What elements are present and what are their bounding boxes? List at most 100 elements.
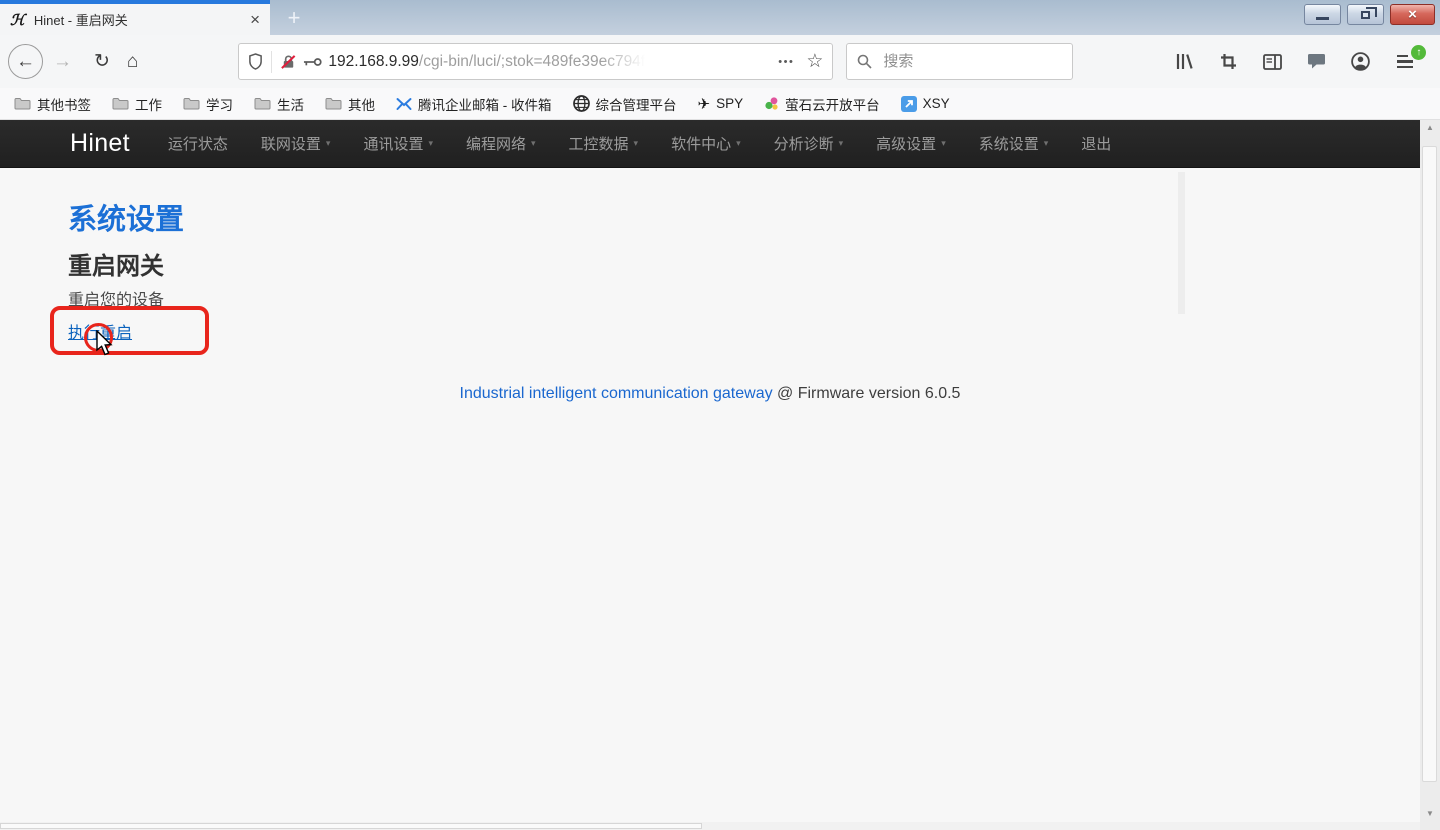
home-button[interactable]: ⌂ (127, 52, 138, 71)
nav-item-system-settings[interactable]: 系统设置▾ (979, 133, 1049, 154)
bookmark-ezviz-platform[interactable]: 萤石云开放平台 (764, 94, 880, 114)
browser-tab[interactable]: ℋ Hinet - 重启网关 × (0, 0, 270, 35)
site-favicon-icon: ℋ (10, 11, 25, 29)
reload-button[interactable]: ↻ (94, 52, 110, 71)
bookmark-folder-work[interactable]: 工作 (112, 94, 162, 114)
minimize-icon (1316, 17, 1329, 20)
nav-item-label: 分析诊断 (774, 133, 834, 154)
bookmark-folder-life[interactable]: 生活 (254, 94, 304, 114)
address-bar[interactable]: 192.168.9.99/cgi-bin/luci/;stok=489fe39e… (238, 43, 833, 80)
footer-firmware-version: @ Firmware version 6.0.5 (773, 385, 961, 402)
bookmark-label: 学习 (206, 94, 233, 114)
scroll-up-icon[interactable]: ▲ (1420, 120, 1440, 136)
chat-extension-button[interactable] (1305, 51, 1327, 73)
chevron-down-icon: ▾ (634, 138, 639, 149)
bookmark-label: 其他 (348, 94, 375, 114)
new-tab-button[interactable]: + (276, 4, 312, 34)
navigation-toolbar: ← → ↻ ⌂ 192.168.9.99/cgi-bin/luci/;stok=… (0, 35, 1440, 88)
tracking-shield-icon[interactable] (248, 53, 263, 70)
back-button[interactable]: ← (8, 44, 43, 79)
vertical-scrollbar-thumb[interactable] (1422, 146, 1437, 782)
account-button[interactable] (1349, 51, 1371, 73)
blue-arrow-square-icon (901, 96, 917, 112)
menu-button[interactable]: ↑ (1397, 51, 1419, 73)
search-input[interactable] (881, 52, 1051, 71)
bookmark-label: SPY (716, 96, 743, 111)
screenshot-crop-icon (1220, 53, 1237, 70)
nav-item-advanced-settings[interactable]: 高级设置▾ (876, 133, 946, 154)
horizontal-scrollbar-thumb[interactable] (0, 823, 702, 829)
horizontal-scrollbar[interactable] (0, 822, 1420, 830)
nav-item-programming-network[interactable]: 编程网络▾ (466, 133, 536, 154)
ezviz-icon (764, 96, 779, 111)
folder-icon (183, 97, 200, 110)
nav-item-analysis-diagnosis[interactable]: 分析诊断▾ (774, 133, 844, 154)
chevron-down-icon: ▾ (428, 138, 433, 149)
bookmark-label: 其他书签 (37, 94, 91, 114)
sidebar-icon (1263, 54, 1282, 70)
bookmark-xsy[interactable]: XSY (901, 96, 950, 112)
search-bar[interactable] (846, 43, 1073, 80)
minimize-button[interactable] (1304, 4, 1341, 25)
nav-item-label: 编程网络 (466, 133, 526, 154)
url-path[interactable]: /cgi-bin/luci/;stok=489fe39ec794f (419, 53, 645, 71)
screenshot-button[interactable] (1217, 51, 1239, 73)
nav-item-label: 高级设置 (876, 133, 936, 154)
nav-item-label: 通讯设置 (363, 133, 423, 154)
library-button[interactable] (1173, 51, 1195, 73)
account-person-icon (1351, 52, 1370, 71)
nav-item-label: 联网设置 (261, 133, 321, 154)
url-host[interactable]: 192.168.9.99 (328, 53, 419, 71)
tab-close-icon[interactable]: × (250, 11, 260, 28)
nav-item-logout[interactable]: 退出 (1081, 133, 1111, 154)
bookmark-label: 生活 (277, 94, 304, 114)
sidebar-button[interactable] (1261, 51, 1283, 73)
bookmark-spy[interactable]: ✈ SPY (698, 95, 744, 113)
bookmark-folder-misc[interactable]: 其他 (325, 94, 375, 114)
nav-item-network-settings[interactable]: 联网设置▾ (261, 133, 331, 154)
library-icon (1175, 53, 1194, 70)
bookmark-tencent-mail[interactable]: 腾讯企业邮箱 - 收件箱 (396, 94, 552, 114)
bookmark-management-platform[interactable]: 综合管理平台 (573, 94, 677, 114)
vertical-scrollbar[interactable]: ▲ ▼ (1420, 120, 1440, 830)
section-title: 系统设置 (68, 196, 184, 238)
bookmark-folder-study[interactable]: 学习 (183, 94, 233, 114)
window-controls: × (1304, 4, 1435, 25)
page-footer: Industrial intelligent communication gat… (0, 385, 1420, 403)
urlbar-separator (271, 51, 272, 73)
forward-button[interactable]: → (53, 52, 72, 71)
chevron-down-icon: ▾ (1044, 138, 1049, 149)
bookmark-label: 腾讯企业邮箱 - 收件箱 (418, 94, 552, 114)
page-title: 重启网关 (68, 246, 164, 281)
insecure-lock-icon[interactable] (280, 54, 297, 70)
folder-icon (254, 97, 271, 110)
restore-icon (1361, 11, 1370, 19)
nav-item-industrial-data[interactable]: 工控数据 ▾ (569, 133, 639, 154)
chat-bubble-icon (1307, 53, 1326, 70)
restore-button[interactable] (1347, 4, 1384, 25)
folder-icon (112, 97, 129, 110)
nav-item-running-status[interactable]: 运行状态 (168, 133, 228, 154)
nav-item-software-center[interactable]: 软件中心▾ (671, 133, 741, 154)
nav-item-label: 退出 (1081, 133, 1111, 154)
bookmark-folder-other-bookmarks[interactable]: 其他书签 (14, 94, 91, 114)
toolbar-icon-group (1173, 51, 1371, 73)
tencent-mail-icon (396, 97, 412, 111)
bookmark-star-icon[interactable]: ☆ (806, 50, 823, 73)
nav-item-comm-settings[interactable]: 通讯设置 ▾ (363, 133, 433, 154)
scroll-down-icon[interactable]: ▼ (1420, 806, 1440, 822)
search-icon (857, 54, 872, 69)
footer-gateway-link[interactable]: Industrial intelligent communication gat… (460, 385, 773, 402)
nav-item-label: 运行状态 (168, 133, 228, 154)
nav-item-label: 软件中心 (671, 133, 731, 154)
content-divider (1178, 172, 1185, 314)
close-icon: × (1408, 7, 1417, 22)
login-key-icon[interactable] (303, 57, 322, 67)
menu-icon (1397, 55, 1408, 58)
brand-logo[interactable]: Hinet (70, 129, 130, 158)
close-button[interactable]: × (1390, 4, 1435, 25)
page-actions-icon[interactable]: ••• (778, 56, 794, 68)
update-badge-icon: ↑ (1411, 45, 1426, 60)
titlebar: ℋ Hinet - 重启网关 × + × (0, 0, 1440, 35)
nav-item-label: 工控数据 (569, 133, 629, 154)
